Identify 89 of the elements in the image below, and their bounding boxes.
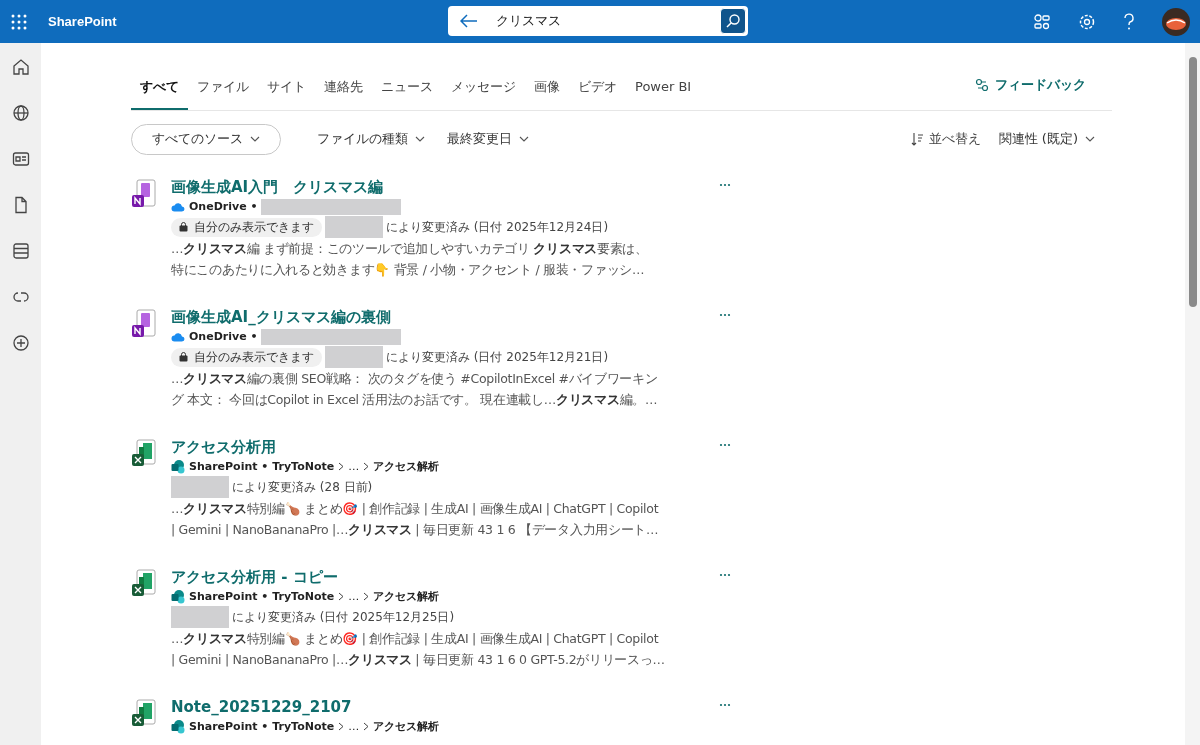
snippet-text: …クリスマス特別編🍗 まとめ🎯 | 創作記録 | 生成AI | 画像生成AI | ChatGPT | Copilot [171,500,660,518]
tab[interactable]: すべて [131,43,188,110]
snippet-text: | Gemini | NanoBananaPro |…クリスマス | 毎日更新 43 1 6 【データ入力用シート… [171,521,660,539]
more-options-icon[interactable] [717,441,733,449]
chevron-icon [363,592,370,601]
settings-icon[interactable] [1078,12,1096,31]
modified-text: により変更済み (日付 2025年12月21日) [386,348,609,366]
more-options-icon[interactable] [717,571,733,579]
privacy-badge: 自分のみ表示できます [171,217,322,237]
filter-dropdown[interactable]: ファイルの種類 [313,130,429,148]
more-options-icon[interactable] [717,701,733,709]
cloud-icon [171,201,185,212]
modified-text: により変更済み (日付 2025年12月24日) [386,218,609,236]
source-label[interactable]: SharePoint • TryToNote [189,590,335,603]
modified-text: により変更済み (28 日前) [232,478,373,496]
globe-icon[interactable] [11,104,30,122]
chevron-down-icon [519,136,529,142]
chevron-icon [338,462,345,471]
path-segment[interactable]: … [348,720,360,733]
cloud-icon [171,331,185,342]
snippet-text: | Gemini | NanoBananaPro |…クリスマス | 毎日更新 43 1 6 0 GPT-5.2がリリースっ… [171,651,666,669]
source-label[interactable]: SharePoint • TryToNote [189,460,335,473]
site-icon [171,719,185,734]
tab[interactable]: ニュース [372,43,442,110]
filter-dropdown[interactable]: すべてのソース [131,123,281,155]
feedback-link[interactable]: フィードバック [975,59,1086,94]
more-options-icon[interactable] [717,181,733,189]
snippet-text: …クリスマス編 まず前提：このツールで追加しやすいカテゴリ クリスマス要素は、 [171,240,649,258]
source-label[interactable]: OneDrive • [189,200,258,213]
path-segment[interactable]: … [348,590,360,603]
search-field[interactable]: クリスマス [448,6,748,36]
sort-icon [910,132,923,146]
snippet-text: …クリスマス特別編🍗 まとめ🎯 | 創作記録 | 生成AI | 画像生成AI | ChatGPT | Copilot [171,630,660,648]
result-title-link[interactable]: Note_20251229_2107 [171,697,352,718]
chevron-down-icon [250,136,260,142]
path-segment[interactable]: アクセス解析 [373,459,440,474]
result-title-link[interactable]: 画像生成AI_クリスマス編の裏側 [171,307,391,328]
snippet-text: 特にこのあたりに入れると効きます👇 背景 / 小物・アクセント / 服装・ファッシ… [171,261,646,279]
news-icon[interactable] [11,150,30,168]
site-icon [171,459,185,474]
result-title-link[interactable]: アクセス分析用 [171,437,276,458]
chevron-icon [338,592,345,601]
help-icon[interactable] [1123,12,1135,31]
home-icon[interactable] [11,58,30,76]
sort-dropdown[interactable]: 関連性 (既定) [994,130,1099,148]
source-label[interactable]: SharePoint • TryToNote [189,720,335,733]
search-icon [725,13,741,29]
more-options-icon[interactable] [717,311,733,319]
app-launcher-icon[interactable] [11,13,27,30]
tab[interactable]: ファイル [188,43,258,110]
add-icon[interactable] [11,334,30,352]
chevron-icon [338,722,345,731]
result-title-link[interactable]: 画像生成AI入門 クリスマス編 [171,177,384,198]
snippet-text: …クリスマス編の裏側 SEO戦略： 次のタグを使う #CopilotInExcel #バイブワーキン [171,370,659,388]
tab[interactable]: 画像 [525,43,569,110]
redaction-block [171,606,229,628]
app-name[interactable]: SharePoint [48,14,117,29]
path-segment[interactable]: アクセス解析 [373,719,440,734]
privacy-badge: 自分のみ表示できます [171,347,322,367]
tab[interactable]: ビデオ [569,43,626,110]
tab[interactable]: Power BI [626,43,701,110]
path-segment[interactable]: アクセス解析 [373,589,440,604]
excel-file-icon [131,699,157,729]
source-label[interactable]: OneDrive • [189,330,258,343]
site-icon [171,589,185,604]
snippet-text: グ 本文： 今回はCopilot in Excel 活用法のお話です。 現在連載し…クリスマス編。… [171,391,659,409]
share-icon[interactable] [1033,12,1051,31]
filter-dropdown[interactable]: 最終変更日 [443,130,533,148]
tab[interactable]: メッセージ [442,43,525,110]
chevron-down-icon [1085,136,1095,142]
excel-file-icon [131,439,157,469]
chevron-icon [363,462,370,471]
tab[interactable]: 連絡先 [315,43,372,110]
redaction-block [171,476,229,498]
back-arrow-icon[interactable] [460,14,478,28]
excel-file-icon [131,569,157,599]
avatar-icon[interactable] [1162,7,1190,36]
onenote-file-icon [131,309,157,339]
modified-text: により変更済み (日付 2025年12月25日) [232,608,455,626]
list-icon[interactable] [11,242,30,260]
feedback-icon [975,77,989,92]
path-segment[interactable]: … [348,460,360,473]
sort-label: 並べ替え [928,130,981,148]
chevron-down-icon [415,136,425,142]
search-button[interactable] [720,8,746,34]
chevron-icon [363,722,370,731]
result-title-link[interactable]: アクセス分析用 - コピー [171,567,338,588]
tab[interactable]: サイト [258,43,315,110]
onenote-file-icon [131,179,157,209]
